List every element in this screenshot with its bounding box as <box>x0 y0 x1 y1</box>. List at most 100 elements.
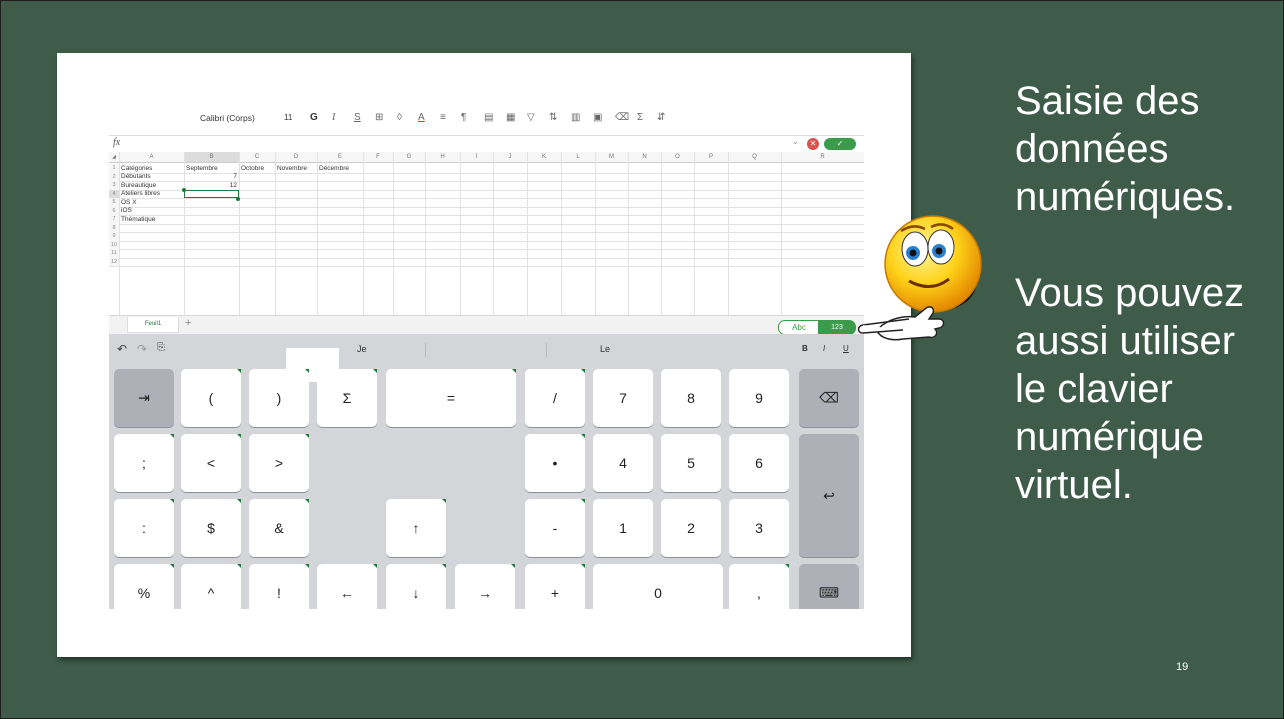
sort-filter-icon[interactable]: ⇵ <box>657 112 665 123</box>
merge-icon[interactable]: ▤ <box>484 112 493 123</box>
row-header[interactable]: 4 <box>109 189 119 198</box>
digit-9-key[interactable]: 9 <box>729 369 789 427</box>
cell-a1[interactable]: Catégories <box>121 165 152 173</box>
greater-than-key[interactable]: > <box>249 434 309 492</box>
table-icon[interactable]: ▥ <box>571 112 580 123</box>
column-header[interactable]: B <box>184 152 239 163</box>
divide-key[interactable]: / <box>525 369 585 427</box>
tab-key[interactable]: ⇥ <box>114 369 174 427</box>
sum-icon[interactable]: Σ <box>637 112 643 123</box>
redo-icon[interactable]: ↷ <box>137 342 147 356</box>
sheet-tab-feuil1[interactable]: Feuil1 <box>127 317 179 333</box>
selection-handle[interactable] <box>236 197 240 201</box>
digit-2-key[interactable]: 2 <box>661 499 721 557</box>
row-header[interactable]: 10 <box>109 240 119 249</box>
open-paren-key[interactable]: ( <box>181 369 241 427</box>
row-header[interactable]: 2 <box>109 172 119 181</box>
cancel-formula-button[interactable]: ✕ <box>807 138 819 150</box>
digit-7-key[interactable]: 7 <box>593 369 653 427</box>
sum-key[interactable]: Σ <box>317 369 377 427</box>
sort-icon[interactable]: ⇅ <box>549 112 557 123</box>
row-header[interactable]: 1 <box>109 164 119 173</box>
font-color-icon[interactable]: A <box>418 112 425 123</box>
column-header[interactable]: J <box>493 152 527 163</box>
paragraph-icon[interactable]: ¶ <box>461 112 466 123</box>
column-header[interactable]: E <box>317 152 363 163</box>
font-size-box[interactable]: 11 <box>284 112 292 124</box>
suggestion-le[interactable]: Le <box>600 344 610 354</box>
bold-icon[interactable]: G <box>310 112 318 123</box>
column-header[interactable]: K <box>527 152 561 163</box>
multiply-key[interactable]: • <box>525 434 585 492</box>
dollar-key[interactable]: $ <box>181 499 241 557</box>
confirm-formula-button[interactable]: ✓ <box>824 138 856 150</box>
cell-a6[interactable]: iOS <box>121 207 132 215</box>
arrow-right-key[interactable]: → <box>455 564 515 609</box>
column-header[interactable]: G <box>393 152 425 163</box>
cell-b2[interactable]: 7 <box>186 173 237 181</box>
digit-6-key[interactable]: 6 <box>729 434 789 492</box>
row-header[interactable]: 11 <box>109 249 119 258</box>
column-header[interactable]: A <box>119 152 184 163</box>
digit-5-key[interactable]: 5 <box>661 434 721 492</box>
row-header[interactable]: 3 <box>109 181 119 190</box>
cell-e1[interactable]: Décembre <box>319 165 349 173</box>
percent-key[interactable]: % <box>114 564 174 609</box>
column-header[interactable]: N <box>628 152 661 163</box>
italic-icon[interactable]: I <box>332 112 335 123</box>
spreadsheet-grid[interactable]: A B C D E F G H I J K L M N O P Q R ◢ 1 2 3 4 5 6 7 8 9 10 11 12 Catégo… <box>109 152 864 315</box>
less-than-key[interactable]: < <box>181 434 241 492</box>
equals-key[interactable]: = <box>386 369 516 427</box>
row-header[interactable]: 5 <box>109 198 119 207</box>
digit-1-key[interactable]: 1 <box>593 499 653 557</box>
row-header[interactable]: 9 <box>109 232 119 241</box>
undo-icon[interactable]: ↶ <box>117 342 127 356</box>
hide-keyboard-key[interactable]: ⌨ <box>799 564 859 609</box>
arrow-up-key[interactable]: ↑ <box>386 499 446 557</box>
caret-key[interactable]: ^ <box>181 564 241 609</box>
plus-key[interactable]: + <box>525 564 585 609</box>
cell-a7[interactable]: Thématique <box>121 216 155 224</box>
add-sheet-button[interactable]: + <box>185 317 191 329</box>
column-header[interactable]: Q <box>728 152 781 163</box>
cell-d1[interactable]: Novembre <box>277 165 307 173</box>
cell-b1[interactable]: Septembre <box>186 165 218 173</box>
align-icon[interactable]: ≡ <box>440 112 446 123</box>
column-header[interactable]: I <box>460 152 493 163</box>
column-header[interactable]: H <box>425 152 460 163</box>
close-paren-key[interactable]: ) <box>249 369 309 427</box>
cell-a5[interactable]: OS X <box>121 199 137 207</box>
select-all-corner[interactable]: ◢ <box>109 152 119 163</box>
row-header[interactable]: 7 <box>109 215 119 224</box>
abc-keyboard-toggle[interactable]: Abc <box>778 320 820 335</box>
digit-4-key[interactable]: 4 <box>593 434 653 492</box>
arrow-left-key[interactable]: ← <box>317 564 377 609</box>
row-header[interactable]: 12 <box>109 257 119 266</box>
column-header[interactable]: C <box>239 152 275 163</box>
fill-color-icon[interactable]: ◊ <box>397 112 402 123</box>
column-header[interactable]: P <box>694 152 728 163</box>
colon-key[interactable]: : <box>114 499 174 557</box>
formula-bar[interactable]: fx ⌄ ✕ ✓ <box>109 135 864 153</box>
column-header[interactable]: F <box>363 152 393 163</box>
cell-a2[interactable]: Débutants <box>121 173 151 181</box>
column-header[interactable]: M <box>595 152 628 163</box>
ampersand-key[interactable]: & <box>249 499 309 557</box>
wrap-icon[interactable]: ▦ <box>506 112 515 123</box>
column-header[interactable]: D <box>275 152 317 163</box>
row-header[interactable]: 8 <box>109 223 119 232</box>
paste-icon[interactable]: ⎘ <box>157 342 165 353</box>
column-header[interactable]: L <box>561 152 595 163</box>
arrow-down-key[interactable]: ↓ <box>386 564 446 609</box>
minus-key[interactable]: - <box>525 499 585 557</box>
cell-a4[interactable]: Ateliers libres <box>121 190 160 198</box>
format-bold-button[interactable]: B <box>802 344 808 353</box>
cell-c1[interactable]: Octobre <box>241 165 264 173</box>
column-header[interactable]: O <box>661 152 694 163</box>
cell-a3[interactable]: Bureautique <box>121 182 156 190</box>
font-name-box[interactable]: Calibri (Corps) <box>200 112 255 124</box>
filter-icon[interactable]: ▽ <box>527 112 535 123</box>
underline-icon[interactable]: S <box>354 112 361 123</box>
print-icon[interactable]: ▣ <box>593 112 602 123</box>
eraser-icon[interactable]: ⌫ <box>615 112 629 123</box>
